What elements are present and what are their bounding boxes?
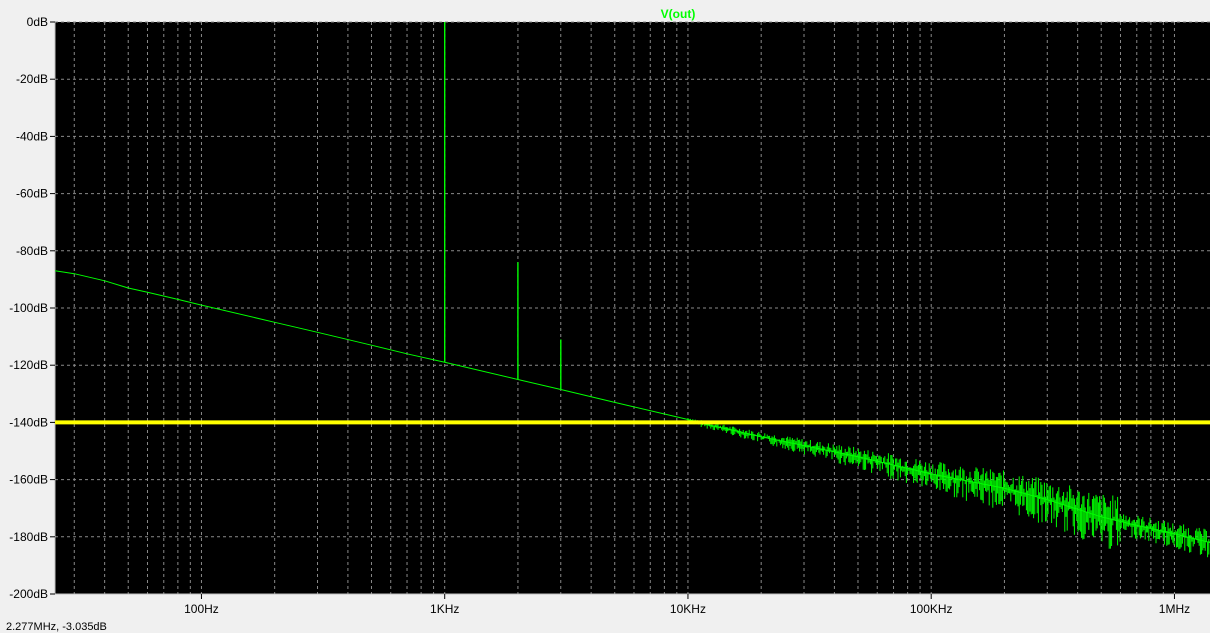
y-tick-label: 0dB [27, 15, 48, 29]
y-tick-label: -180dB [9, 530, 48, 544]
y-tick-label: -20dB [16, 72, 48, 86]
status-readout: 2.277MHz, -3.035dB [6, 621, 107, 633]
y-tick-label: -160dB [9, 473, 48, 487]
chart-title[interactable]: V(out) [661, 7, 696, 21]
cursor-label: -140dB [77, 394, 116, 408]
x-tick-label: 100Hz [184, 602, 219, 616]
y-tick-label: -200dB [9, 587, 48, 601]
x-tick-label: 1KHz [430, 602, 459, 616]
spectrum-chart[interactable]: 0dB -20dB -40dB -60dB -80dB -100dB -120dB -140d… [0, 0, 1210, 631]
x-tick-label: 100KHz [910, 602, 953, 616]
y-tick-label: -60dB [16, 187, 48, 201]
y-tick-label: -80dB [16, 244, 48, 258]
y-tick-label: -140dB [9, 415, 48, 429]
plot-pane[interactable]: 0dB -20dB -40dB -60dB -80dB -100dB -120dB -140d… [0, 0, 1210, 633]
y-tick-label: -40dB [16, 129, 48, 143]
x-tick-label: 1MHz [1159, 602, 1190, 616]
x-tick-label: 10KHz [670, 602, 706, 616]
y-tick-label: -100dB [9, 301, 48, 315]
y-tick-label: -120dB [9, 358, 48, 372]
